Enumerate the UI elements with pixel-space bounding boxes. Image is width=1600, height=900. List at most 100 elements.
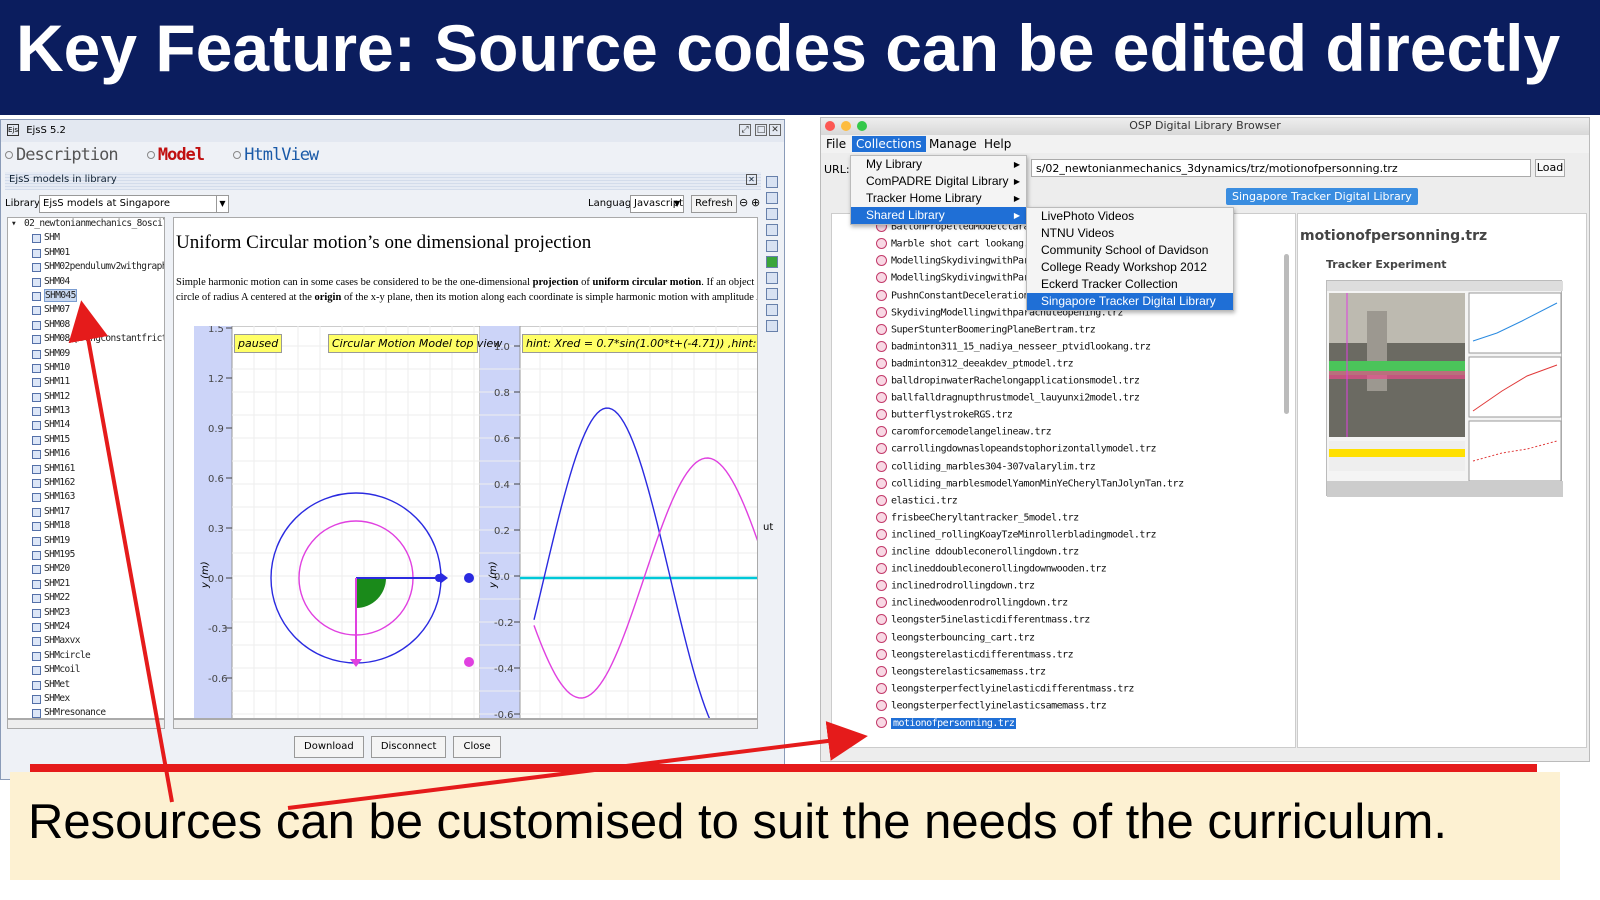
chevron-down-icon[interactable]: ▼ [674, 199, 680, 208]
info-icon[interactable] [766, 320, 778, 332]
tree-item[interactable]: SHM12 [8, 391, 164, 405]
tab-description[interactable]: Description [5, 145, 128, 165]
resource-item[interactable]: inclineddoubleconerollingdownwooden.trz [876, 563, 1107, 575]
tree-item[interactable]: SHM22 [8, 592, 164, 606]
new-file-icon[interactable] [766, 176, 778, 188]
resource-item[interactable]: badminton311_15_nadiya_nesseer_ptvidlook… [876, 340, 1151, 352]
menu-manage[interactable]: Manage [929, 136, 977, 152]
panel-close-icon[interactable]: ✕ [746, 174, 757, 185]
submenu-ntnu[interactable]: NTNU Videos [1027, 225, 1233, 242]
menu-collections[interactable]: Collections [852, 136, 926, 152]
save-icon[interactable] [766, 208, 778, 220]
tree-item[interactable]: SHM163 [8, 491, 164, 505]
zoom-out-icon[interactable]: ⊖ [739, 196, 748, 209]
resource-item[interactable]: SuperStunterBoomeringPlaneBertram.trz [876, 323, 1096, 335]
resource-item[interactable]: leongster5inelasticdifferentmass.trz [876, 614, 1090, 626]
submenu-college-ready[interactable]: College Ready Workshop 2012 [1027, 259, 1233, 276]
tree-item[interactable]: SHM08 [8, 319, 164, 333]
resource-item[interactable]: motionofpersonning.trz [876, 717, 1017, 729]
resource-item[interactable]: leongsterelasticdifferentmass.trz [876, 648, 1074, 660]
print-icon[interactable] [766, 304, 778, 316]
resource-item[interactable]: frisbeeCheryltantracker_5model.trz [876, 511, 1079, 523]
load-button[interactable]: Load [1535, 159, 1565, 177]
zoom-icon[interactable] [857, 121, 867, 131]
tab-model[interactable]: Model [146, 145, 214, 165]
globe-icon[interactable] [766, 272, 778, 284]
resource-item[interactable]: inclined_rollingKoayTzeMinrollerbladingm… [876, 528, 1156, 540]
resource-item[interactable]: caromforcemodelangelineaw.trz [876, 426, 1052, 438]
submenu-livephoto[interactable]: LivePhoto Videos [1027, 208, 1233, 225]
resource-item[interactable]: elastici.trz [876, 494, 958, 506]
tree-item[interactable]: SHMcoil [8, 664, 164, 678]
tree-item[interactable]: SHM19 [8, 535, 164, 549]
library-select[interactable]: EjsS models at Singapore ▼ [39, 195, 229, 213]
tree-item[interactable]: SHM23 [8, 607, 164, 621]
resource-scrollbar[interactable] [1284, 254, 1289, 414]
tree-item[interactable]: SHM045 [8, 288, 164, 304]
tree-item[interactable]: SHM01 [8, 247, 164, 261]
tree-item[interactable]: SHMaxvx [8, 635, 164, 649]
resource-item[interactable]: ballfalldragnupthrustmodel_lauyunxi2mode… [876, 392, 1140, 404]
resource-item[interactable]: colliding_marblesmodelYamonMinYeCherylTa… [876, 477, 1184, 489]
tree-item[interactable]: SHM16 [8, 448, 164, 462]
tree-item[interactable]: SHM09 [8, 348, 164, 362]
resource-item[interactable]: carrollingdownaslopeandstophorizontallym… [876, 443, 1156, 455]
submenu-singapore[interactable]: Singapore Tracker Digital Library [1027, 293, 1233, 310]
resource-item[interactable]: inclinedrodrollingdown.trz [876, 580, 1035, 592]
open-folder-icon[interactable] [766, 192, 778, 204]
submenu-davidson[interactable]: Community School of Davidson [1027, 242, 1233, 259]
tree-item[interactable]: SHMresonance [8, 707, 164, 718]
close-icon[interactable]: ✕ [769, 124, 781, 136]
resource-item[interactable]: colliding_marbles304-307valarylim.trz [876, 460, 1096, 472]
tree-item[interactable]: SHM10 [8, 362, 164, 376]
tree-item[interactable]: SHM07 [8, 304, 164, 318]
tree-item[interactable]: SHM21 [8, 578, 164, 592]
close-icon[interactable] [825, 121, 835, 131]
tree-item[interactable]: SHM14 [8, 419, 164, 433]
tree-item[interactable]: SHM11 [8, 376, 164, 390]
run-icon[interactable] [766, 256, 778, 268]
minimize-icon[interactable] [841, 121, 851, 131]
tree-item[interactable]: SHM08springconstantfrictionforce [8, 333, 164, 347]
resource-item[interactable]: badminton312_deeakdev_ptmodel.trz [876, 357, 1074, 369]
menu-item-compadre[interactable]: ComPADRE Digital Library [851, 173, 1026, 190]
download-button[interactable]: Download [294, 736, 364, 758]
menu-item-tracker-home[interactable]: Tracker Home Library [851, 190, 1026, 207]
close-button[interactable]: Close [453, 736, 501, 758]
resource-item[interactable]: balldropinwaterRachelongapplicationsmode… [876, 375, 1140, 387]
tracker-thumbnail[interactable] [1326, 280, 1563, 497]
resource-item[interactable]: leongsterbouncing_cart.trz [876, 631, 1035, 643]
menu-item-shared-library[interactable]: Shared Library [851, 207, 1026, 224]
resource-item[interactable]: inclinedwoodenrodrollingdown.trz [876, 597, 1068, 609]
breadcrumb[interactable]: Singapore Tracker Digital Library [1226, 188, 1418, 205]
tree-item[interactable]: SHM20 [8, 563, 164, 577]
tree-scrollbar[interactable] [7, 719, 165, 729]
save-as-icon[interactable] [766, 224, 778, 236]
tree-root-folder[interactable]: ▾ 02_newtonianmechanics_8oscillation [8, 218, 164, 232]
menu-help[interactable]: Help [984, 136, 1011, 152]
tree-item[interactable]: SHM17 [8, 506, 164, 520]
tree-item[interactable]: SHM15 [8, 434, 164, 448]
tree-item[interactable]: SHM195 [8, 549, 164, 563]
zoom-in-icon[interactable]: ⊕ [751, 196, 760, 209]
resource-item[interactable]: leongsterelasticsamemass.trz [876, 665, 1046, 677]
minimize-icon[interactable]: □ [755, 124, 767, 136]
description-scrollbar[interactable] [173, 719, 758, 729]
disconnect-button[interactable]: Disconnect [370, 736, 447, 758]
tree-item[interactable]: SHM02pendulumv2withgraph [8, 261, 164, 275]
paused-label[interactable]: paused [234, 334, 283, 353]
resource-item[interactable]: leongsterperfectlyinelasticsamemass.trz [876, 699, 1107, 711]
settings-icon[interactable] [766, 288, 778, 300]
restore-icon[interactable]: ⤢ [739, 124, 751, 136]
tree-item[interactable]: SHMcircle [8, 650, 164, 664]
tab-htmlview[interactable]: HtmlView [233, 145, 328, 165]
tree-item[interactable]: SHM13 [8, 405, 164, 419]
simulation-view[interactable]: 1.5 1.2 0.9 0.6 0.3 0.0 -0.3 -0.6 1.0 0.8 0.6 0.4 0… [194, 324, 757, 718]
submenu-eckerd[interactable]: Eckerd Tracker Collection [1027, 276, 1233, 293]
search-icon[interactable] [766, 240, 778, 252]
refresh-button[interactable]: Refresh [691, 195, 737, 213]
menu-file[interactable]: File [826, 136, 846, 152]
resource-item[interactable]: Marble shot cart lookang.trz [876, 238, 1046, 250]
resource-item[interactable]: incline ddoubleconerollingdown.trz [876, 546, 1079, 558]
tree-item[interactable]: SHMet [8, 679, 164, 693]
